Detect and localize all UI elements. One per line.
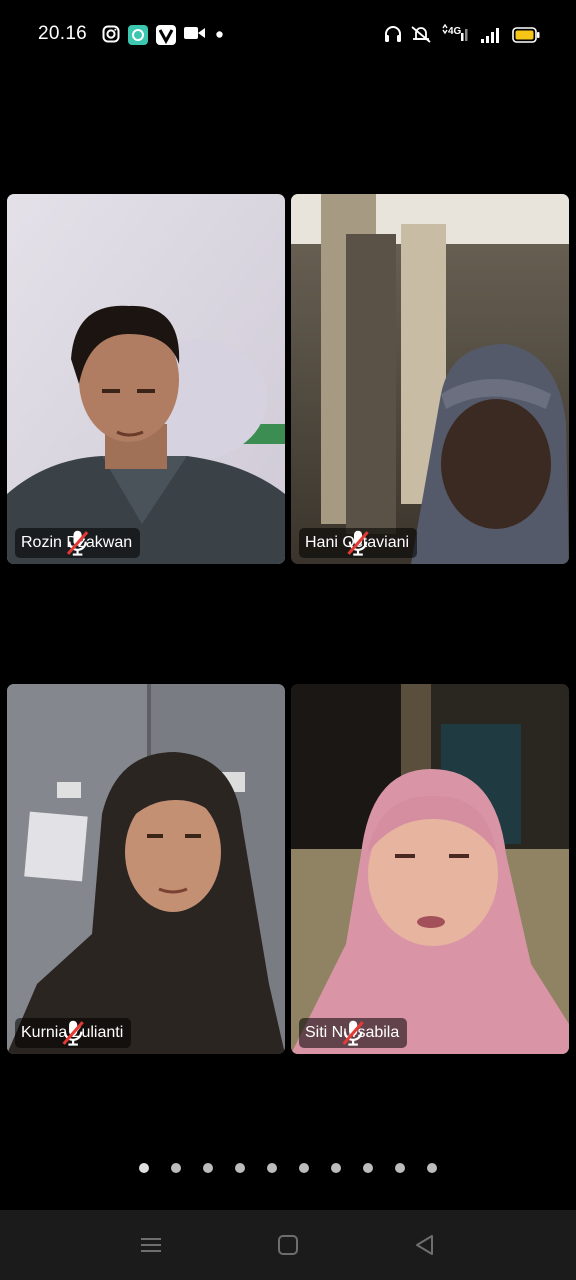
page-dot[interactable] xyxy=(395,1163,405,1173)
cell-signal-icon xyxy=(481,28,499,43)
participant-video xyxy=(291,194,569,564)
page-dot[interactable] xyxy=(267,1163,277,1173)
battery-icon xyxy=(512,27,540,43)
participant-video xyxy=(7,684,285,1054)
v-app-icon xyxy=(156,25,176,45)
headphones-icon xyxy=(385,26,401,42)
participant-name-tag: Siti Nursabila xyxy=(299,1018,408,1048)
page-dot[interactable] xyxy=(139,1163,149,1173)
page-dot[interactable] xyxy=(299,1163,309,1173)
status-bar: 20.16 4G xyxy=(0,0,576,70)
video-camera-icon xyxy=(184,27,205,39)
menu-button[interactable] xyxy=(136,1230,166,1260)
silent-bell-icon xyxy=(411,26,431,43)
4g-signal-icon: 4G xyxy=(441,24,471,44)
muted-microphone-icon xyxy=(66,530,89,556)
instagram-icon xyxy=(102,25,120,43)
participant-name-tag: Hani Octaviani xyxy=(299,528,418,558)
page-indicator[interactable] xyxy=(0,1163,576,1177)
muted-microphone-icon xyxy=(347,530,369,556)
page-dot[interactable] xyxy=(171,1163,181,1173)
participant-tile[interactable]: Siti Nursabila xyxy=(291,684,569,1054)
chat-bubble-icon xyxy=(128,25,148,45)
participant-tile[interactable]: Kurnia Zulianti xyxy=(7,684,285,1054)
participant-video xyxy=(291,684,569,1054)
back-button[interactable] xyxy=(410,1230,440,1260)
notification-dot-icon xyxy=(216,31,223,38)
clock-time: 20.16 xyxy=(38,23,88,44)
page-dot[interactable] xyxy=(203,1163,213,1173)
navigation-bar xyxy=(0,1210,576,1280)
participant-name-tag: Rozin Dzakwan xyxy=(15,528,141,558)
page-dot[interactable] xyxy=(427,1163,437,1173)
page-dot[interactable] xyxy=(331,1163,341,1173)
participant-tile[interactable]: Rozin Dzakwan xyxy=(7,194,285,564)
participant-name-tag: Kurnia Zulianti xyxy=(15,1018,132,1048)
participant-tile[interactable]: Hani Octaviani xyxy=(291,194,569,564)
page-dot[interactable] xyxy=(235,1163,245,1173)
home-button[interactable] xyxy=(273,1230,303,1260)
page-dot[interactable] xyxy=(363,1163,373,1173)
muted-microphone-icon xyxy=(62,1020,84,1046)
muted-microphone-icon xyxy=(342,1020,364,1046)
participant-video xyxy=(7,194,285,564)
